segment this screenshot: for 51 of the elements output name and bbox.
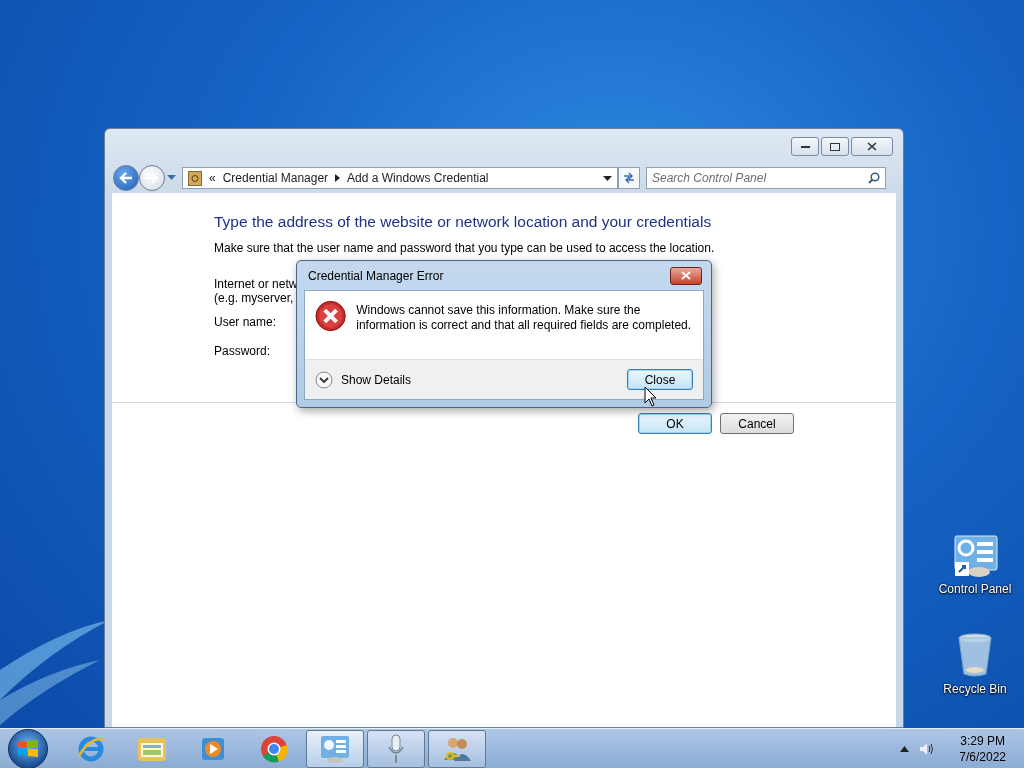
close-button[interactable] [851, 137, 893, 156]
search-icon [868, 172, 880, 184]
breadcrumb[interactable]: Add a Windows Credential [347, 171, 489, 185]
error-message: Windows cannot save this information. Make sure the information is correct and that all required fields are completed. [356, 302, 693, 334]
field-label: (e.g. myserver, [214, 291, 294, 305]
taskbar-button[interactable] [428, 729, 486, 768]
breadcrumb-overflow[interactable]: « [209, 171, 216, 185]
forward-arrow-icon [145, 172, 159, 184]
back-arrow-icon [119, 172, 133, 184]
show-details-toggle[interactable]: Show Details [315, 370, 412, 389]
search-field[interactable]: Search Control Panel [646, 167, 886, 189]
close-icon [867, 142, 877, 151]
speaker-icon[interactable] [919, 741, 936, 756]
dropdown-arrow-icon[interactable] [603, 175, 612, 181]
address-bar[interactable]: « Credential Manager Add a Windows Credential [182, 167, 618, 189]
field-label: User name: [214, 315, 277, 329]
minimize-button[interactable] [791, 137, 819, 156]
browser-ring-icon [259, 733, 289, 764]
maximize-icon [830, 142, 840, 151]
back-button[interactable] [113, 165, 139, 191]
control-panel-icon[interactable] [951, 534, 999, 578]
desktop-icon-label[interactable]: Recycle Bin [943, 682, 1007, 696]
error-icon [315, 300, 347, 332]
vault-icon [188, 170, 202, 186]
control-panel-icon [319, 733, 351, 764]
taskbar-button[interactable] [367, 729, 425, 768]
field-label: Password: [214, 344, 271, 358]
desktop-icon-label[interactable]: Control Panel [938, 582, 1012, 596]
page-heading: Type the address of the website or network location and your credentials [214, 213, 713, 231]
close-icon [681, 271, 691, 280]
dialog-button[interactable]: Cancel [720, 413, 794, 434]
windows-logo [17, 738, 39, 759]
breadcrumb[interactable]: Credential Manager [222, 171, 329, 185]
breadcrumb-arrow-icon[interactable] [335, 174, 341, 182]
close-dialog-button[interactable]: Close [627, 369, 693, 390]
minimize-icon [800, 145, 810, 148]
microphone-icon [386, 732, 406, 765]
dialog-button[interactable]: OK [638, 413, 712, 434]
refresh-button[interactable] [618, 167, 640, 189]
close-button[interactable] [670, 266, 702, 285]
chevron-icon [315, 370, 333, 389]
instruction-text: Make sure that the user name and password that you type can be used to access the location. [214, 241, 716, 255]
maximize-button[interactable] [821, 137, 849, 156]
taskbar-button[interactable] [306, 729, 364, 768]
dialog-title: Credential Manager Error [308, 268, 444, 283]
start-button[interactable] [8, 728, 48, 768]
tray-arrow-icon[interactable] [900, 745, 910, 752]
refresh-icon [622, 172, 636, 184]
clock[interactable]: 3:29 PM 7/6/2022 [959, 732, 1006, 765]
recycle-bin-icon[interactable] [956, 632, 994, 678]
forward-button[interactable] [139, 165, 165, 191]
